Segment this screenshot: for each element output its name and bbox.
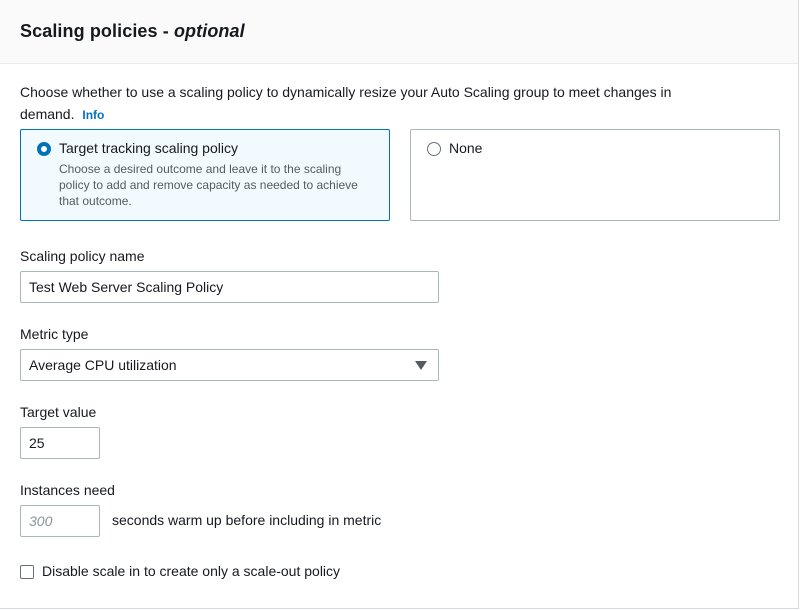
option-label-target-tracking: Target tracking scaling policy	[59, 140, 238, 156]
disable-scale-in-checkbox[interactable]	[20, 565, 34, 579]
metric-type-select[interactable]: Average CPU utilization	[20, 349, 439, 381]
warmup-suffix-text: seconds warm up before including in metr…	[112, 512, 382, 528]
policy-name-input[interactable]	[20, 271, 439, 303]
warmup-label: Instances need	[20, 482, 115, 498]
scaling-policies-panel: Scaling policies - optional Choose wheth…	[0, 0, 799, 609]
panel-title-optional: optional	[173, 21, 245, 41]
metric-type-label: Metric type	[20, 326, 89, 342]
option-description-target-tracking: Choose a desired outcome and leave it to…	[59, 162, 358, 208]
scaling-policy-description: Choose whether to use a scaling policy t…	[20, 81, 720, 126]
policy-name-label: Scaling policy name	[20, 248, 145, 264]
radio-button-none[interactable]	[427, 142, 441, 156]
option-tile-target-tracking[interactable]: Target tracking scaling policy Choose a …	[20, 129, 390, 221]
caret-down-icon	[415, 361, 427, 370]
info-link[interactable]: Info	[82, 108, 104, 122]
panel-header: Scaling policies - optional	[0, 0, 798, 64]
option-label-none: None	[449, 140, 483, 156]
metric-type-value: Average CPU utilization	[29, 357, 177, 373]
description-text: Choose whether to use a scaling policy t…	[20, 84, 672, 122]
target-value-label: Target value	[20, 404, 97, 420]
target-value-input[interactable]	[20, 427, 100, 459]
panel-title: Scaling policies - optional	[20, 21, 245, 42]
option-tile-none[interactable]: None	[410, 129, 780, 221]
warmup-seconds-input[interactable]	[20, 505, 100, 537]
panel-title-text: Scaling policies -	[20, 21, 174, 41]
disable-scale-in-label[interactable]: Disable scale in to create only a scale-…	[42, 563, 340, 579]
radio-button-target-tracking[interactable]	[37, 142, 51, 156]
